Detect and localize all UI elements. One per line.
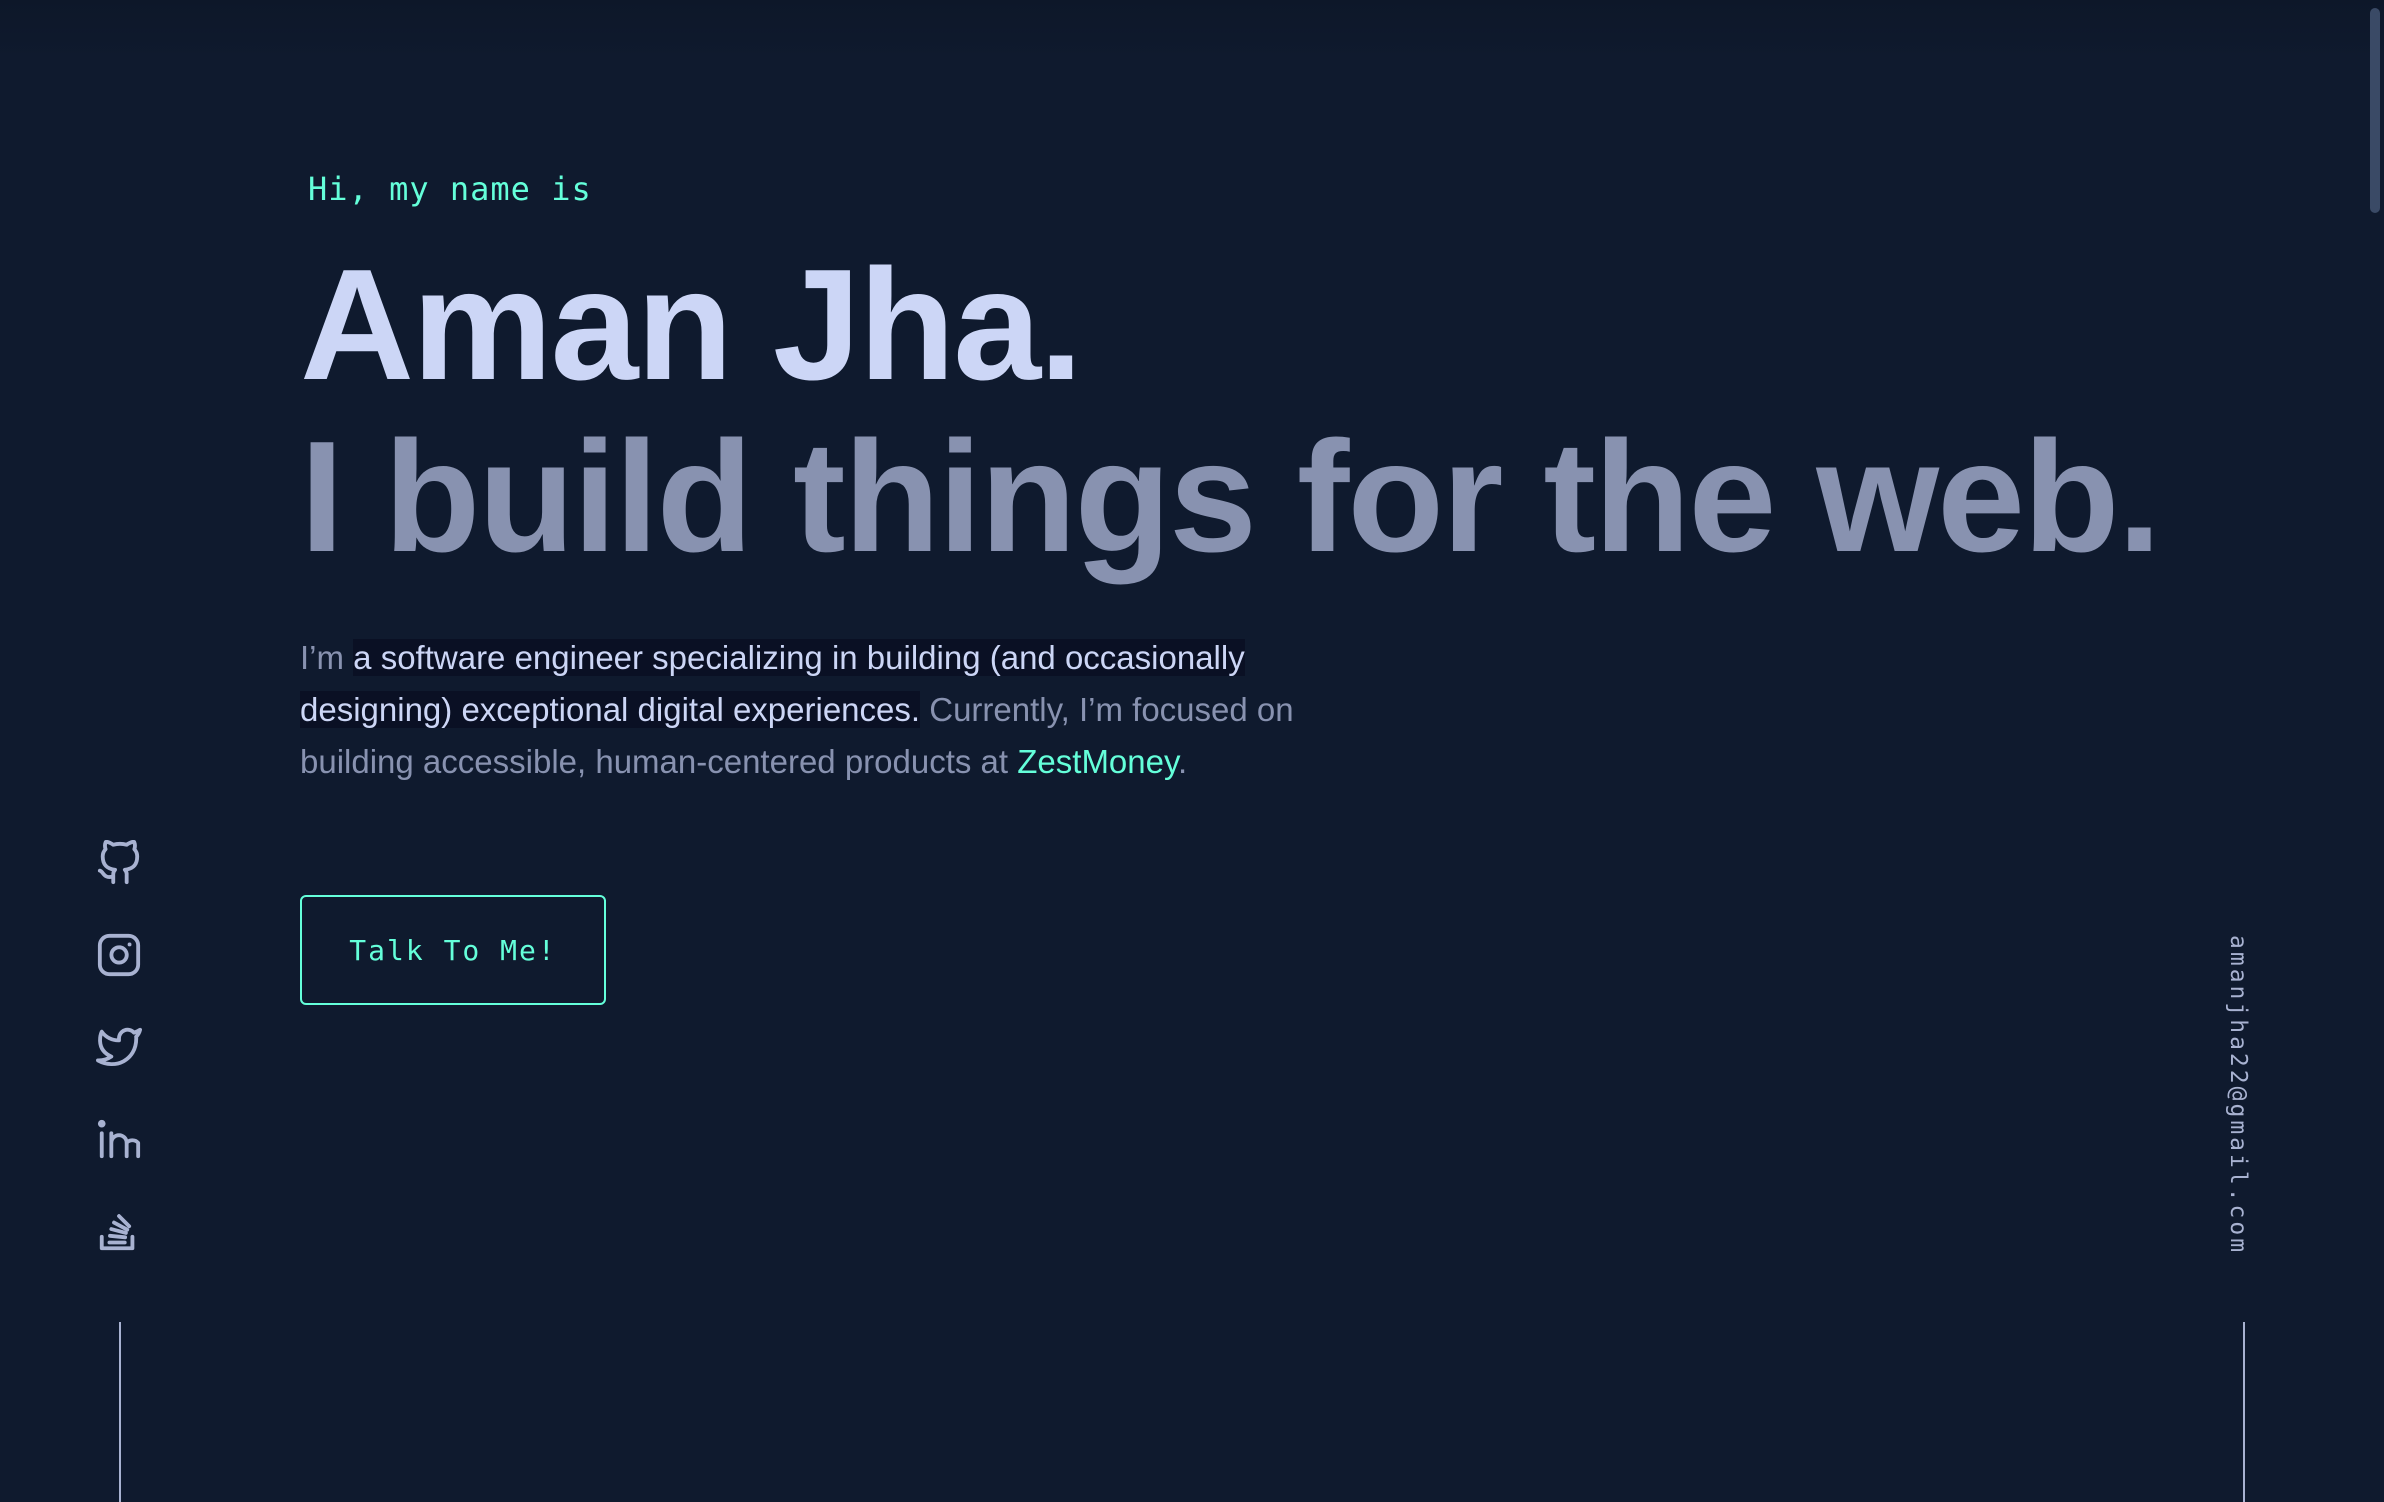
github-icon — [97, 839, 140, 885]
hero-name: Aman Jha. — [300, 237, 1083, 413]
instagram-link[interactable] — [96, 932, 144, 980]
hero-tagline: I build things for the web. — [300, 409, 2161, 585]
twitter-icon — [96, 1027, 142, 1066]
twitter-link[interactable] — [96, 1024, 144, 1072]
hero-greeting: Hi, my name is — [308, 170, 592, 208]
email-divider-line — [2243, 1322, 2245, 1502]
portfolio-page: Hi, my name is Aman Jha. I build things … — [0, 0, 2384, 1502]
social-links — [96, 839, 144, 1300]
github-link[interactable] — [96, 839, 144, 888]
page-scrollbar[interactable] — [2368, 0, 2384, 1502]
email-sidebar: amanjha22@gmail.com — [2225, 935, 2265, 1265]
hero-intro: I’m a software engineer specializing in … — [300, 632, 1380, 788]
instagram-icon — [97, 933, 141, 977]
email-link[interactable]: amanjha22@gmail.com — [2225, 935, 2251, 1255]
stackoverflow-link[interactable] — [96, 1208, 144, 1256]
company-link[interactable]: ZestMoney — [1017, 743, 1178, 780]
linkedin-link[interactable] — [96, 1116, 144, 1164]
scrollbar-thumb[interactable] — [2370, 8, 2380, 213]
linkedin-icon — [97, 1119, 141, 1159]
stackoverflow-icon — [99, 1214, 135, 1251]
social-divider-line — [119, 1322, 121, 1502]
intro-text-end: . — [1178, 743, 1188, 780]
intro-text-start: I’m — [300, 639, 354, 676]
talk-to-me-button[interactable]: Talk To Me! — [300, 895, 606, 1005]
